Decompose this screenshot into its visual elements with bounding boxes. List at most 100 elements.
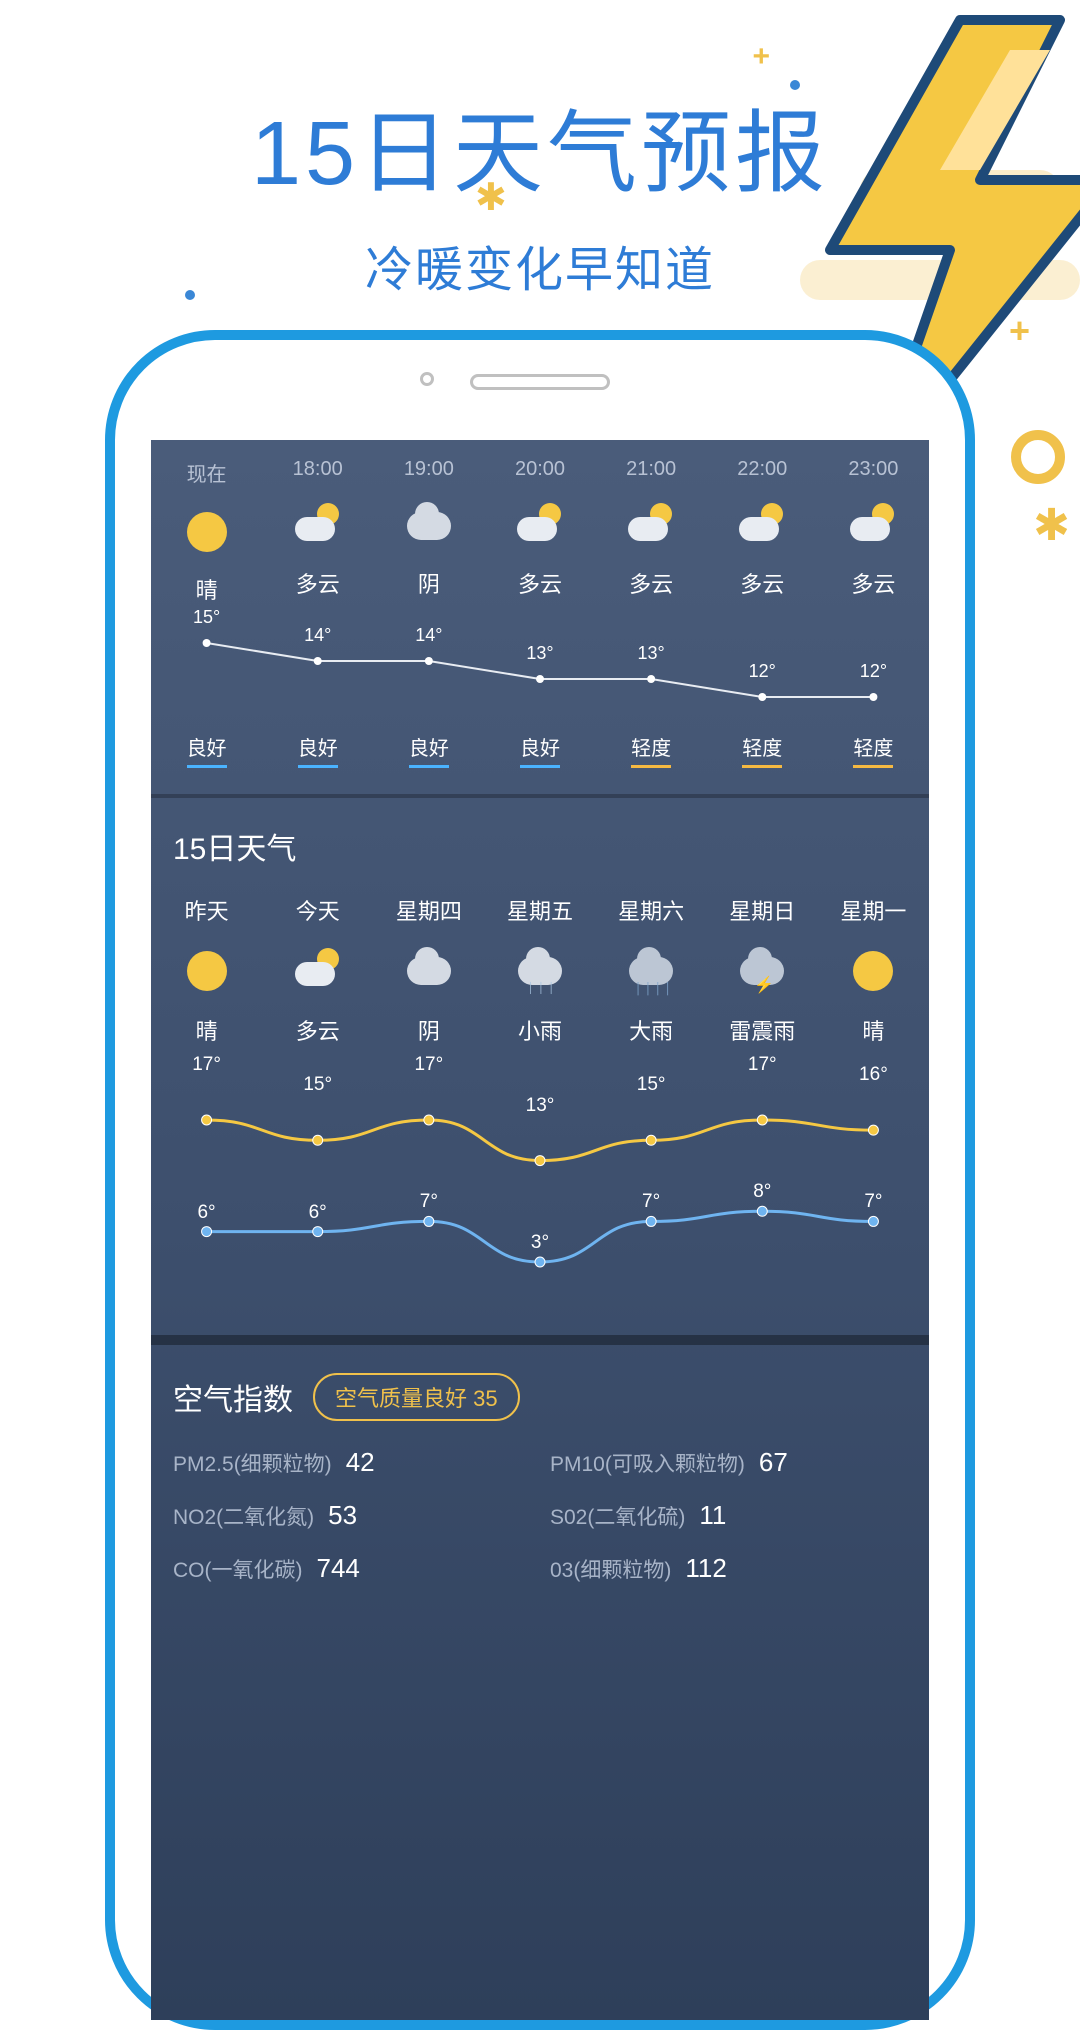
daily-col[interactable]: 昨天晴 — [151, 894, 262, 1046]
daily-high: 17° — [414, 1054, 443, 1076]
hourly-temp-chart — [151, 625, 929, 715]
daily-high: 17° — [748, 1054, 777, 1076]
daily-low: 8° — [753, 1181, 771, 1203]
daily-col[interactable]: 星期一晴 — [818, 894, 929, 1046]
hourly-aqi-col: 良好 — [262, 728, 373, 768]
hourly-temp: 12° — [860, 661, 887, 682]
hourly-time: 现在 — [151, 458, 262, 487]
hourly-col[interactable]: 现在晴 — [151, 458, 262, 613]
daily-condition: 雷震雨 — [707, 1014, 818, 1046]
air-item-name: S02(二氧化硫) — [550, 1501, 685, 1531]
cloud-sun-icon — [739, 511, 785, 541]
daily-icon-wrap — [373, 946, 484, 996]
hourly-aqi-col: 轻度 — [818, 728, 929, 768]
rain-icon — [518, 957, 562, 985]
hourly-temp: 13° — [526, 643, 553, 664]
daily-high: 13° — [526, 1095, 555, 1117]
hourly-time: 23:00 — [818, 458, 929, 481]
daily-icon-wrap — [262, 946, 373, 996]
hourly-icon-wrap — [373, 503, 484, 549]
hourly-aqi[interactable]: 良好 — [409, 732, 449, 768]
air-item: NO2(二氧化氮)53 — [173, 1500, 530, 1531]
daily-forecast[interactable]: 15日天气 昨天晴今天多云星期四阴星期五小雨星期六大雨星期日雷震雨星期一晴 17… — [151, 798, 929, 1345]
daily-icon-wrap — [596, 946, 707, 996]
daily-condition: 小雨 — [484, 1014, 595, 1046]
daily-icon-wrap — [818, 946, 929, 996]
daily-high: 15° — [303, 1074, 332, 1096]
hourly-aqi-col: 良好 — [151, 728, 262, 768]
daily-col[interactable]: 星期六大雨 — [596, 894, 707, 1046]
daily-col[interactable]: 星期四阴 — [373, 894, 484, 1046]
daily-low: 7° — [420, 1191, 438, 1213]
hourly-icon-wrap — [151, 509, 262, 555]
thunder-icon — [740, 957, 784, 985]
cloud-sun-icon — [295, 956, 341, 986]
daily-temp-chart — [151, 1086, 929, 1296]
daily-day: 星期五 — [484, 894, 595, 926]
hourly-temp: 14° — [415, 625, 442, 646]
hourly-aqi[interactable]: 轻度 — [631, 732, 671, 768]
daily-col[interactable]: 星期五小雨 — [484, 894, 595, 1046]
air-item: CO(一氧化碳)744 — [173, 1553, 530, 1584]
phone-camera-icon — [420, 372, 434, 386]
hourly-aqi[interactable]: 轻度 — [853, 732, 893, 768]
sparkle-icon: ✱ — [1033, 500, 1070, 551]
heavy-rain-icon — [629, 957, 673, 985]
cloud-sun-icon — [628, 511, 674, 541]
daily-condition: 晴 — [151, 1014, 262, 1046]
hourly-time: 22:00 — [707, 458, 818, 481]
hourly-icon-wrap — [262, 503, 373, 549]
hourly-temp: 14° — [304, 625, 331, 646]
overcast-icon — [407, 512, 451, 540]
air-title: 空气指数 — [173, 1375, 293, 1419]
air-item-name: 03(细颗粒物) — [550, 1554, 671, 1584]
hourly-condition: 多云 — [707, 567, 818, 599]
air-item-name: PM10(可吸入颗粒物) — [550, 1448, 745, 1478]
air-item-value: 11 — [699, 1500, 726, 1531]
daily-day: 昨天 — [151, 894, 262, 926]
air-item-value: 42 — [346, 1447, 375, 1478]
hourly-condition: 阴 — [373, 567, 484, 599]
hourly-time: 19:00 — [373, 458, 484, 481]
cloud-sun-icon — [517, 511, 563, 541]
hourly-forecast[interactable]: 现在晴18:00多云19:00阴20:00多云21:00多云22:00多云23:… — [151, 440, 929, 798]
daily-day: 星期一 — [818, 894, 929, 926]
air-item-value: 67 — [759, 1447, 788, 1478]
daily-day: 星期日 — [707, 894, 818, 926]
hourly-col[interactable]: 18:00多云 — [262, 458, 373, 613]
daily-day: 星期六 — [596, 894, 707, 926]
hourly-col[interactable]: 20:00 多云 — [484, 458, 595, 613]
daily-col[interactable]: 星期日雷震雨 — [707, 894, 818, 1046]
hourly-aqi[interactable]: 良好 — [187, 732, 227, 768]
air-quality: 空气指数 空气质量良好 35 PM2.5(细颗粒物) 42 PM10(可吸入颗粒物)… — [151, 1345, 929, 1624]
hourly-condition: 多云 — [484, 567, 595, 599]
hourly-col[interactable]: 21:00多云 — [596, 458, 707, 613]
air-item-value: 112 — [685, 1553, 726, 1584]
hourly-time: 20:00 — [484, 458, 595, 481]
daily-col[interactable]: 今天多云 — [262, 894, 373, 1046]
hourly-aqi[interactable]: 良好 — [298, 732, 338, 768]
daily-condition: 晴 — [818, 1014, 929, 1046]
hourly-condition: 多云 — [596, 567, 707, 599]
cloud-sun-icon — [295, 511, 341, 541]
hourly-icon-wrap — [484, 503, 595, 549]
daily-day: 今天 — [262, 894, 373, 926]
app-screen[interactable]: 现在晴18:00多云19:00阴20:00多云21:00多云22:00多云23:… — [151, 440, 929, 2020]
air-item-value: 744 — [317, 1553, 360, 1584]
hourly-aqi-col: 良好 — [373, 728, 484, 768]
hourly-aqi[interactable]: 良好 — [520, 732, 560, 768]
daily-low: 6° — [309, 1202, 327, 1224]
sun-icon — [187, 951, 227, 991]
air-badge[interactable]: 空气质量良好 35 — [313, 1373, 520, 1421]
hourly-col[interactable]: 23:00多云 — [818, 458, 929, 613]
hourly-col[interactable]: 19:00 阴 — [373, 458, 484, 613]
hourly-icon-wrap — [707, 503, 818, 549]
air-item: PM10(可吸入颗粒物) 67 — [550, 1447, 907, 1478]
hourly-col[interactable]: 22:00 多云 — [707, 458, 818, 613]
hero-title: 15日天气预报 — [0, 80, 1080, 210]
phone-frame: 现在晴18:00多云19:00阴20:00多云21:00多云22:00多云23:… — [105, 330, 975, 2030]
hourly-temp: 15° — [193, 607, 220, 628]
daily-low: 3° — [531, 1232, 549, 1254]
hourly-aqi[interactable]: 轻度 — [742, 732, 782, 768]
air-item-name: PM2.5(细颗粒物) — [173, 1448, 332, 1478]
